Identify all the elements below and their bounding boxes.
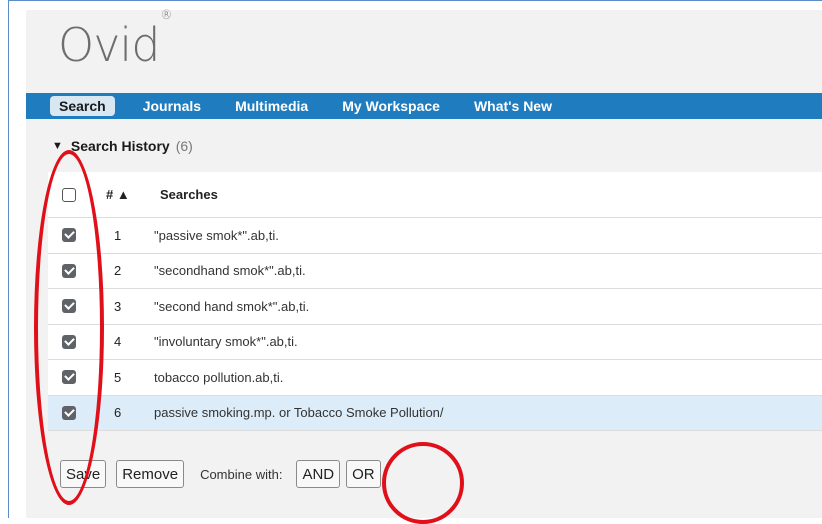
row-checkbox[interactable] — [62, 228, 76, 243]
table-header-row: # ▲ Searches — [48, 172, 822, 218]
table-row: 1 "passive smok*".ab,ti. — [48, 218, 822, 254]
searches-column-header: Searches — [160, 187, 218, 202]
row-query: "passive smok*".ab,ti. — [154, 227, 279, 243]
collapse-triangle-icon: ▼ — [52, 140, 63, 152]
row-query: "secondhand smok*".ab,ti. — [154, 263, 306, 279]
combine-and-button[interactable]: AND — [296, 460, 341, 488]
main-navbar: Search Journals Multimedia My Workspace … — [26, 93, 822, 119]
row-number: 5 — [114, 369, 122, 385]
nav-search[interactable]: Search — [50, 96, 115, 116]
nav-journals[interactable]: Journals — [143, 98, 201, 114]
combine-with-label: Combine with: — [200, 466, 283, 482]
row-checkbox[interactable] — [62, 370, 76, 385]
row-number: 6 — [114, 405, 122, 421]
history-actions: Save Remove Combine with: AND OR — [60, 460, 381, 488]
combine-or-button[interactable]: OR — [346, 460, 381, 488]
nav-my-workspace[interactable]: My Workspace — [342, 98, 440, 114]
row-checkbox[interactable] — [62, 405, 76, 420]
nav-multimedia[interactable]: Multimedia — [235, 98, 308, 114]
row-number: 3 — [114, 298, 122, 314]
search-history-toggle[interactable]: ▼ Search History (6) — [52, 138, 193, 154]
table-row: 6 passive smoking.mp. or Tobacco Smoke P… — [48, 395, 822, 431]
nav-whats-new[interactable]: What's New — [474, 98, 552, 114]
search-history-table: # ▲ Searches 1 "passive smok*".ab,ti. 2 … — [48, 172, 822, 431]
table-row: 3 "second hand smok*".ab,ti. — [48, 289, 822, 325]
row-number: 2 — [114, 263, 122, 279]
table-row: 5 tobacco pollution.ab,ti. — [48, 360, 822, 396]
sort-by-number-header[interactable]: # ▲ — [106, 187, 130, 202]
select-all-checkbox[interactable] — [62, 187, 76, 202]
row-query: "second hand smok*".ab,ti. — [154, 298, 310, 314]
search-history-count: (6) — [175, 138, 193, 154]
row-number: 4 — [114, 334, 122, 350]
row-query: tobacco pollution.ab,ti. — [154, 369, 284, 385]
table-row: 2 "secondhand smok*".ab,ti. — [48, 253, 822, 289]
ovid-logo: Ovid® — [58, 7, 172, 72]
row-query: passive smoking.mp. or Tobacco Smoke Pol… — [154, 405, 444, 421]
save-button[interactable]: Save — [60, 460, 107, 488]
row-number: 1 — [114, 227, 122, 243]
row-query: "involuntary smok*".ab,ti. — [154, 334, 298, 350]
row-checkbox[interactable] — [62, 263, 76, 278]
table-row: 4 "involuntary smok*".ab,ti. — [48, 324, 822, 360]
remove-button[interactable]: Remove — [116, 460, 185, 488]
search-history-title: Search History — [70, 138, 170, 154]
row-checkbox[interactable] — [62, 299, 76, 314]
row-checkbox[interactable] — [62, 334, 76, 349]
